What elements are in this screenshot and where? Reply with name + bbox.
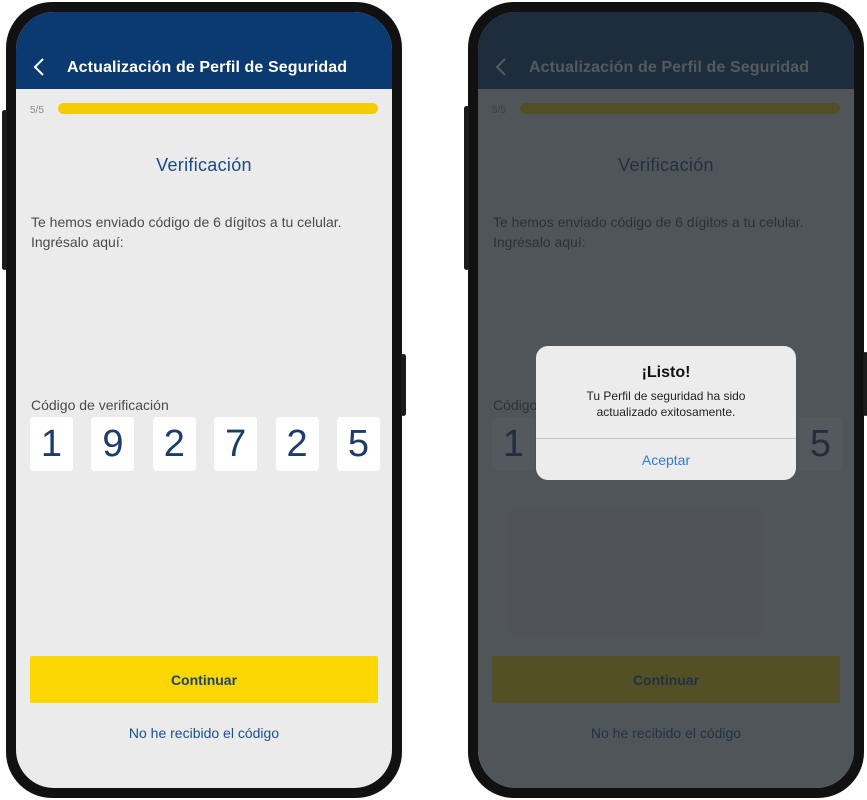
back-button[interactable] (28, 56, 50, 78)
accept-button[interactable]: Aceptar (536, 439, 796, 480)
resend-code-link[interactable]: No he recibido el código (16, 725, 392, 741)
phone-side-button (863, 352, 867, 416)
section-title: Verificación (156, 155, 252, 175)
step-indicator: 5/5 (30, 105, 44, 116)
code-digit-2[interactable]: 9 (91, 417, 135, 471)
success-alert: ¡Listo! Tu Perfil de seguridad ha sido a… (536, 346, 796, 480)
code-digit-6[interactable]: 5 (336, 417, 380, 471)
chevron-left-icon (33, 58, 44, 76)
code-digit-5[interactable]: 2 (275, 417, 319, 471)
verification-screen: Actualización de Perfil de Seguridad 5/5… (16, 12, 392, 788)
code-input-row: 1 9 2 7 2 5 (30, 417, 380, 471)
phone-side-button (2, 110, 7, 270)
continue-button[interactable]: Continuar (30, 656, 378, 703)
alert-message: Tu Perfil de seguridad ha sido actualiza… (586, 389, 746, 419)
phone-side-button (401, 354, 406, 416)
code-digit-4[interactable]: 7 (214, 417, 258, 471)
alert-title: ¡Listo! (641, 364, 691, 381)
app-header: Actualización de Perfil de Seguridad (16, 12, 392, 89)
code-digit-1[interactable]: 1 (30, 417, 73, 471)
code-digit-3[interactable]: 2 (152, 417, 196, 471)
verification-screen-dimmed: Actualización de Perfil de Seguridad 5/5… (478, 12, 854, 788)
phone-frame-right: Actualización de Perfil de Seguridad 5/5… (464, 2, 867, 798)
phone-frame-left: Actualización de Perfil de Seguridad 5/5… (2, 2, 406, 798)
phone-side-button (464, 106, 469, 270)
header-title: Actualización de Perfil de Seguridad (67, 59, 348, 76)
progress-fill (58, 103, 378, 114)
progress-bar (58, 103, 378, 114)
instructions-text: Te hemos enviado código de 6 dígitos a t… (31, 214, 342, 250)
code-label: Código de verificación (31, 397, 169, 413)
